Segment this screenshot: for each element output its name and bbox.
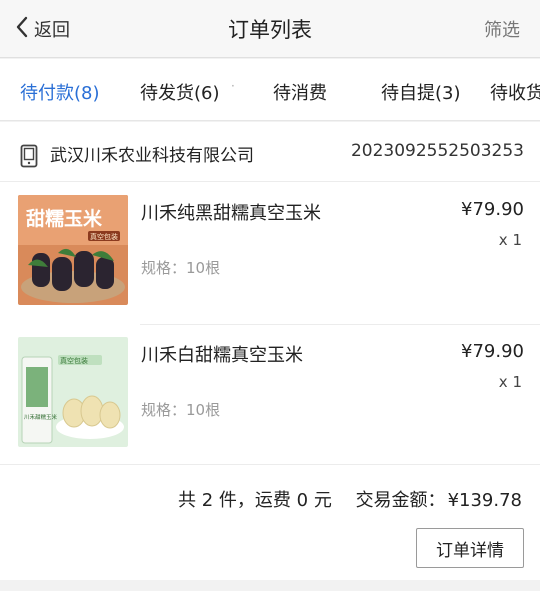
tab-separator-dot: · xyxy=(231,79,235,93)
back-button[interactable]: 返回 xyxy=(14,14,70,44)
back-label: 返回 xyxy=(34,20,70,41)
tab-pending-payment[interactable]: 待付款(8) xyxy=(20,79,100,105)
order-status-tabs: 待付款(8) 待发货(6) · 待消费 待自提(3) 待收货 xyxy=(0,59,540,121)
product-name: 川禾纯黑甜糯真空玉米 xyxy=(141,203,321,224)
product-image-tag: 川禾甜糯玉米 xyxy=(24,413,58,421)
total-amount: ¥139.78 xyxy=(447,490,522,511)
product-price: ¥79.90 xyxy=(461,199,524,220)
product-image-black-corn: 甜糯玉米 真空包装 xyxy=(18,195,128,305)
tab-pending-shipment[interactable]: 待发货(6) xyxy=(140,79,220,105)
product-spec: 规格：10根 xyxy=(141,401,221,419)
summary-divider xyxy=(0,464,540,465)
order-item[interactable]: 真空包装 川禾甜糯玉米 川禾白甜糯真空玉米 规格：10根 ¥79.90 x 1 xyxy=(0,325,540,467)
order-detail-button[interactable]: 订单详情 xyxy=(416,528,524,568)
order-card: 武汉川禾农业科技有限公司 2023092552503253 甜糯玉米 真空包装 … xyxy=(0,122,540,580)
product-image-white-corn: 真空包装 川禾甜糯玉米 xyxy=(18,337,128,447)
order-item[interactable]: 甜糯玉米 真空包装 川禾纯黑甜糯真空玉米 规格：10根 ¥79.90 x 1 xyxy=(0,183,540,325)
order-number: 2023092552503253 xyxy=(350,141,524,161)
tab-pending-receipt[interactable]: 待收货 xyxy=(490,79,540,105)
order-summary: 共 2 件，运费 0 元 交易金额： ¥139.78 xyxy=(176,486,522,512)
shop-name: 武汉川禾农业科技有限公司 xyxy=(50,146,254,166)
product-quantity: x 1 xyxy=(498,373,522,391)
item-count-shipping: 共 2 件，运费 0 元 xyxy=(178,490,332,511)
product-spec: 规格：10根 xyxy=(141,259,221,277)
header-bar: 返回 订单列表 筛选 xyxy=(0,0,540,58)
product-image-tag: 真空包装 xyxy=(90,232,118,241)
product-price: ¥79.90 xyxy=(461,341,524,362)
product-image-text: 真空包装 xyxy=(60,356,88,365)
page-title: 订单列表 xyxy=(228,18,312,42)
product-image-text: 甜糯玉米 xyxy=(26,207,103,230)
filter-button[interactable]: 筛选 xyxy=(484,16,520,42)
tab-pending-use[interactable]: 待消费 xyxy=(273,79,327,105)
product-name: 川禾白甜糯真空玉米 xyxy=(141,345,303,366)
shop-row: 武汉川禾农业科技有限公司 2023092552503253 xyxy=(0,122,540,182)
amount-label: 交易金额： xyxy=(355,490,446,511)
tab-pending-pickup[interactable]: 待自提(3) xyxy=(381,79,461,105)
phone-icon xyxy=(20,144,38,168)
product-quantity: x 1 xyxy=(498,231,522,249)
chevron-left-icon xyxy=(14,16,30,42)
